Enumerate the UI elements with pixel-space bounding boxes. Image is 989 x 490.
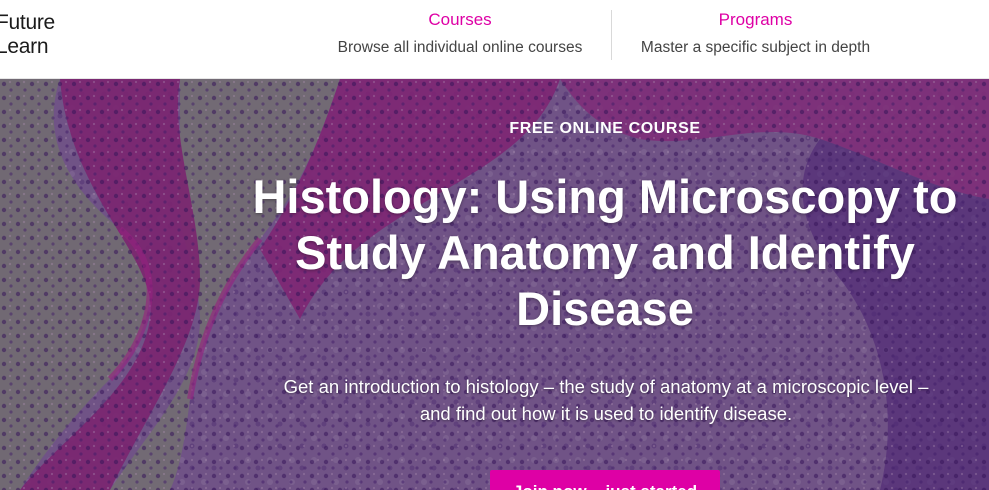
- nav-programs-title[interactable]: Programs: [628, 8, 883, 32]
- course-title: Histology: Using Microscopy to Study Ana…: [252, 170, 958, 335]
- nav-programs[interactable]: Programs Master a specific subject in de…: [628, 8, 883, 60]
- course-type-label: FREE ONLINE COURSE: [509, 120, 701, 137]
- nav-courses-title[interactable]: Courses: [330, 8, 590, 32]
- futurelearn-logo[interactable]: Future Learn: [0, 11, 55, 59]
- nav-courses-subtitle: Browse all individual online courses: [337, 39, 583, 56]
- nav-programs-subtitle: Master a specific subject in depth: [640, 39, 871, 56]
- join-now-button[interactable]: Join now – just started: [490, 470, 720, 490]
- course-hero: FREE ONLINE COURSE Histology: Using Micr…: [0, 79, 989, 490]
- logo-line-1: Future: [0, 11, 55, 34]
- site-header: Future Learn Courses Browse all individu…: [0, 0, 989, 79]
- nav-divider: [611, 10, 612, 60]
- course-description: Get an introduction to histology – the s…: [283, 376, 929, 424]
- logo-line-2: Learn: [0, 35, 49, 58]
- nav-courses[interactable]: Courses Browse all individual online cou…: [330, 8, 590, 60]
